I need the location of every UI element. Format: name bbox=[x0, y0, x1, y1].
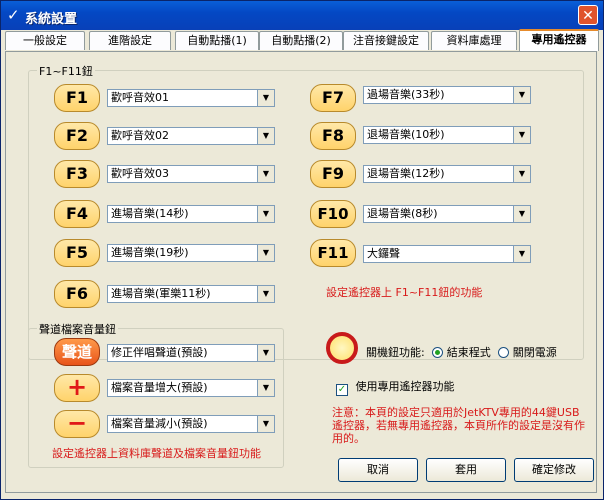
f5-select-value: 進場音樂(19秒) bbox=[111, 246, 189, 259]
tab-remote-control[interactable]: 專用遙控器 bbox=[519, 29, 599, 51]
f2-select[interactable]: 歡呼音效02 ▼ bbox=[107, 127, 275, 145]
f8-select[interactable]: 退場音樂(10秒) ▼ bbox=[363, 126, 531, 144]
chevron-down-icon[interactable]: ▼ bbox=[513, 206, 530, 222]
f9-key: F9 bbox=[310, 160, 356, 188]
f6-select[interactable]: 進場音樂(軍樂11秒) ▼ bbox=[107, 285, 275, 303]
chevron-down-icon[interactable]: ▼ bbox=[513, 246, 530, 262]
volume-down-select[interactable]: 檔案音量減小(預設) ▼ bbox=[107, 415, 275, 433]
chevron-down-icon[interactable]: ▼ bbox=[257, 286, 274, 302]
tab-database[interactable]: 資料庫處理 bbox=[431, 31, 517, 50]
title-bar[interactable]: ✓ 系統設置 ✕ bbox=[1, 1, 603, 30]
f4-select-value: 進場音樂(14秒) bbox=[111, 207, 189, 220]
channel-select-value: 修正伴唱聲道(預設) bbox=[111, 346, 208, 359]
f2-select-value: 歡呼音效02 bbox=[111, 129, 169, 142]
power-off-radio[interactable] bbox=[498, 347, 510, 358]
fkeys-note: 設定遙控器上 F1~F11鈕的功能 bbox=[326, 286, 483, 299]
use-remote-row: ✓ 使用專用遙控器功能 bbox=[336, 378, 455, 396]
channel-key: 聲道 bbox=[54, 338, 100, 366]
volume-up-select[interactable]: 檔案音量增大(預設) ▼ bbox=[107, 379, 275, 397]
power-off-label: 關閉電源 bbox=[512, 346, 557, 359]
f7-select-value: 過場音樂(33秒) bbox=[367, 88, 445, 101]
f9-select[interactable]: 退場音樂(12秒) ▼ bbox=[363, 165, 531, 183]
f7-select[interactable]: 過場音樂(33秒) ▼ bbox=[363, 86, 531, 104]
tab-zhuyin-keys[interactable]: 注音接鍵設定 bbox=[343, 31, 429, 50]
f8-key: F8 bbox=[310, 122, 356, 150]
f7-key: F7 bbox=[310, 84, 356, 112]
chevron-down-icon[interactable]: ▼ bbox=[257, 416, 274, 432]
chevron-down-icon[interactable]: ▼ bbox=[513, 166, 530, 182]
power-label: 關機鈕功能: bbox=[366, 346, 425, 359]
f10-select-value: 退場音樂(8秒) bbox=[367, 207, 438, 220]
confirm-button[interactable]: 確定修改 bbox=[514, 458, 594, 482]
tab-autoplay-1[interactable]: 自動點播(1) bbox=[175, 31, 259, 50]
chevron-down-icon[interactable]: ▼ bbox=[257, 245, 274, 261]
chevron-down-icon[interactable]: ▼ bbox=[257, 128, 274, 144]
chevron-down-icon[interactable]: ▼ bbox=[513, 127, 530, 143]
f4-select[interactable]: 進場音樂(14秒) ▼ bbox=[107, 205, 275, 223]
use-remote-checkbox[interactable]: ✓ bbox=[336, 384, 348, 396]
tab-autoplay-2[interactable]: 自動點播(2) bbox=[259, 31, 343, 50]
f4-key: F4 bbox=[54, 200, 100, 228]
f10-key: F10 bbox=[310, 200, 356, 228]
tab-advanced[interactable]: 進階設定 bbox=[89, 31, 171, 50]
check-icon: ✓ bbox=[7, 6, 20, 24]
power-icon bbox=[326, 332, 358, 364]
f1-select-value: 歡呼音效01 bbox=[111, 91, 169, 104]
audio-note: 設定遙控器上資料庫聲道及檔案音量鈕功能 bbox=[52, 447, 261, 460]
f3-key: F3 bbox=[54, 160, 100, 188]
chevron-down-icon[interactable]: ▼ bbox=[257, 166, 274, 182]
notice-text: 注意：本頁的設定只適用於JetKTV專用的44鍵USB遙控器，若無專用遙控器，本… bbox=[332, 406, 585, 445]
volume-down-key: − bbox=[54, 410, 100, 438]
f6-key: F6 bbox=[54, 280, 100, 308]
remote-settings-panel: F1~F11鈕 F1 歡呼音效01 ▼ F2 歡呼音效02 ▼ F3 歡呼音效03 ▼… bbox=[5, 51, 597, 493]
system-settings-window: ✓ 系統設置 ✕ 一般設定 進階設定 自動點播(1) 自動點播(2) 注音接鍵設… bbox=[0, 0, 604, 500]
chevron-down-icon[interactable]: ▼ bbox=[513, 87, 530, 103]
f10-select[interactable]: 退場音樂(8秒) ▼ bbox=[363, 205, 531, 223]
f11-select[interactable]: 大鑼聲 ▼ bbox=[363, 245, 531, 263]
chevron-down-icon[interactable]: ▼ bbox=[257, 380, 274, 396]
f1-key: F1 bbox=[54, 84, 100, 112]
f2-key: F2 bbox=[54, 122, 100, 150]
close-icon: ✕ bbox=[582, 8, 594, 24]
fkeys-group-label: F1~F11鈕 bbox=[37, 63, 95, 79]
exit-program-label: 結束程式 bbox=[446, 346, 491, 359]
volume-up-key: + bbox=[54, 374, 100, 402]
use-remote-label: 使用專用遙控器功能 bbox=[355, 380, 455, 393]
audio-group-label: 聲道檔案音量鈕 bbox=[37, 321, 118, 337]
f1-select[interactable]: 歡呼音效01 ▼ bbox=[107, 89, 275, 107]
apply-button[interactable]: 套用 bbox=[426, 458, 506, 482]
f9-select-value: 退場音樂(12秒) bbox=[367, 167, 445, 180]
exit-program-radio[interactable] bbox=[432, 347, 444, 358]
chevron-down-icon[interactable]: ▼ bbox=[257, 345, 274, 361]
f11-key: F11 bbox=[310, 239, 356, 267]
f11-select-value: 大鑼聲 bbox=[367, 247, 400, 260]
f6-select-value: 進場音樂(軍樂11秒) bbox=[111, 287, 211, 300]
power-row: 關機鈕功能: 結束程式 關閉電源 bbox=[366, 344, 557, 360]
channel-select[interactable]: 修正伴唱聲道(預設) ▼ bbox=[107, 344, 275, 362]
volume-up-select-value: 檔案音量增大(預設) bbox=[111, 381, 208, 394]
f3-select-value: 歡呼音效03 bbox=[111, 167, 169, 180]
close-button[interactable]: ✕ bbox=[578, 5, 598, 25]
chevron-down-icon[interactable]: ▼ bbox=[257, 90, 274, 106]
f3-select[interactable]: 歡呼音效03 ▼ bbox=[107, 165, 275, 183]
cancel-button[interactable]: 取消 bbox=[338, 458, 418, 482]
window-title: 系統設置 bbox=[25, 12, 78, 27]
tab-general[interactable]: 一般設定 bbox=[5, 31, 85, 50]
chevron-down-icon[interactable]: ▼ bbox=[257, 206, 274, 222]
f5-key: F5 bbox=[54, 239, 100, 267]
volume-down-select-value: 檔案音量減小(預設) bbox=[111, 417, 208, 430]
f5-select[interactable]: 進場音樂(19秒) ▼ bbox=[107, 244, 275, 262]
f8-select-value: 退場音樂(10秒) bbox=[367, 128, 445, 141]
